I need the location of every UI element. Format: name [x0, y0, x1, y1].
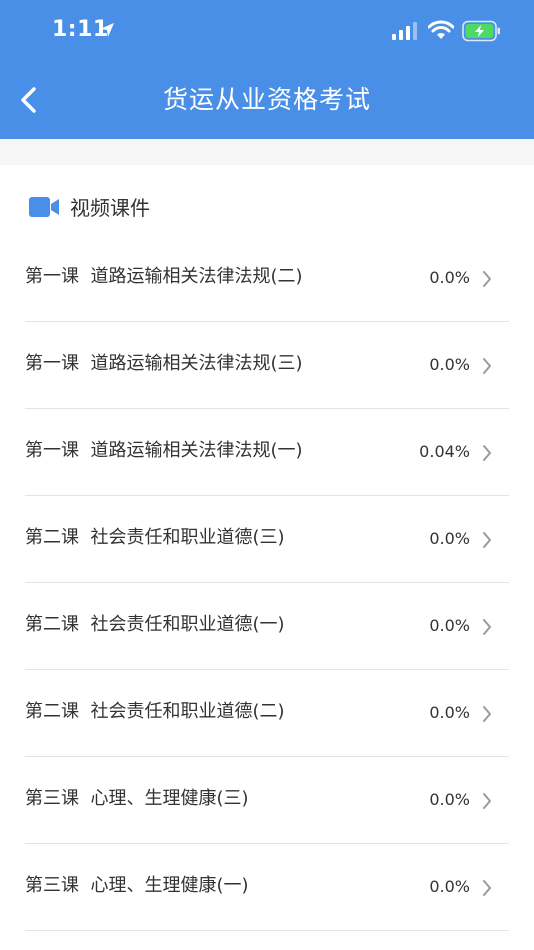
location-arrow-icon: [98, 21, 116, 43]
lesson-name: 道路运输相关法律法规(一): [90, 440, 303, 461]
lesson-number: 第三课: [25, 875, 79, 896]
lesson-row[interactable]: 第三课 心理、生理健康(一) 0.0%: [0, 844, 534, 931]
lesson-name: 社会责任和职业道德(一): [90, 614, 285, 635]
section-title: 视频课件: [70, 196, 150, 220]
chevron-right-icon: [483, 706, 491, 722]
chevron-right-icon: [483, 619, 491, 635]
course-card: 视频课件 第一课 道路运输相关法律法规(二) 0.0% 第一课 道路运输相关法律…: [0, 165, 534, 950]
nav-bar: 货运从业资格考试: [0, 64, 534, 139]
chevron-right-icon: [483, 880, 491, 896]
header: 1:11 货运从业资格考试: [0, 0, 534, 139]
lesson-row[interactable]: 第二课 社会责任和职业道德(二) 0.0%: [0, 670, 534, 757]
lesson-label: 第一课 道路运输相关法律法规(二): [25, 262, 303, 292]
signal-icon: [392, 22, 418, 44]
lesson-progress: 0.0%: [429, 703, 470, 722]
lesson-number: 第一课: [25, 353, 79, 374]
lesson-number: 第三课: [25, 788, 79, 809]
lesson-label: 第二课 社会责任和职业道德(一): [25, 610, 285, 640]
chevron-right-icon: [483, 445, 491, 461]
lesson-number: 第一课: [25, 440, 79, 461]
lesson-row[interactable]: 第二课 社会责任和职业道德(一) 0.0%: [0, 583, 534, 670]
lesson-label: 第二课 社会责任和职业道德(三): [25, 523, 285, 553]
video-camera-icon: [29, 196, 59, 222]
lesson-label: 第三课 心理、生理健康(三): [25, 784, 249, 814]
lesson-progress: 0.0%: [429, 877, 470, 896]
lesson-number: 第二课: [25, 527, 79, 548]
battery-charging-icon: [462, 20, 502, 46]
lesson-name: 心理、生理健康(三): [90, 788, 249, 809]
lesson-row[interactable]: 第一课 道路运输相关法律法规(一) 0.04%: [0, 409, 534, 496]
lesson-progress: 0.04%: [419, 442, 470, 461]
lesson-name: 心理、生理健康(一): [90, 875, 249, 896]
section-header: 视频课件: [0, 165, 534, 235]
lesson-name: 社会责任和职业道德(三): [90, 527, 285, 548]
lesson-name: 社会责任和职业道德(二): [90, 701, 285, 722]
lesson-number: 第一课: [25, 266, 79, 287]
lesson-number: 第二课: [25, 701, 79, 722]
lesson-row[interactable]: 第二课 社会责任和职业道德(三) 0.0%: [0, 496, 534, 583]
lesson-label: 第三课 心理、生理健康(一): [25, 871, 249, 901]
lesson-progress: 0.0%: [429, 355, 470, 374]
chevron-right-icon: [483, 793, 491, 809]
chevron-right-icon: [483, 532, 491, 548]
lesson-number: 第二课: [25, 614, 79, 635]
lesson-name: 道路运输相关法律法规(二): [90, 266, 303, 287]
lesson-name: 道路运输相关法律法规(三): [90, 353, 303, 374]
status-bar: 1:11: [0, 0, 534, 64]
wifi-icon: [427, 20, 455, 44]
chevron-right-icon: [483, 358, 491, 374]
lesson-label: 第一课 道路运输相关法律法规(一): [25, 436, 303, 466]
lesson-progress: 0.0%: [429, 268, 470, 287]
chevron-right-icon: [483, 271, 491, 287]
lesson-row[interactable]: 第三课 心理、生理健康(三) 0.0%: [0, 757, 534, 844]
lesson-label: 第二课 社会责任和职业道德(二): [25, 697, 285, 727]
lesson-label: 第一课 道路运输相关法律法规(三): [25, 349, 303, 379]
divider: [25, 930, 509, 931]
lesson-progress: 0.0%: [429, 616, 470, 635]
page-title: 货运从业资格考试: [162, 85, 371, 114]
lesson-row[interactable]: 第一课 道路运输相关法律法规(三) 0.0%: [0, 322, 534, 409]
lesson-progress: 0.0%: [429, 529, 470, 548]
lesson-row[interactable]: 第一课 道路运输相关法律法规(二) 0.0%: [0, 235, 534, 322]
lesson-progress: 0.0%: [429, 790, 470, 809]
